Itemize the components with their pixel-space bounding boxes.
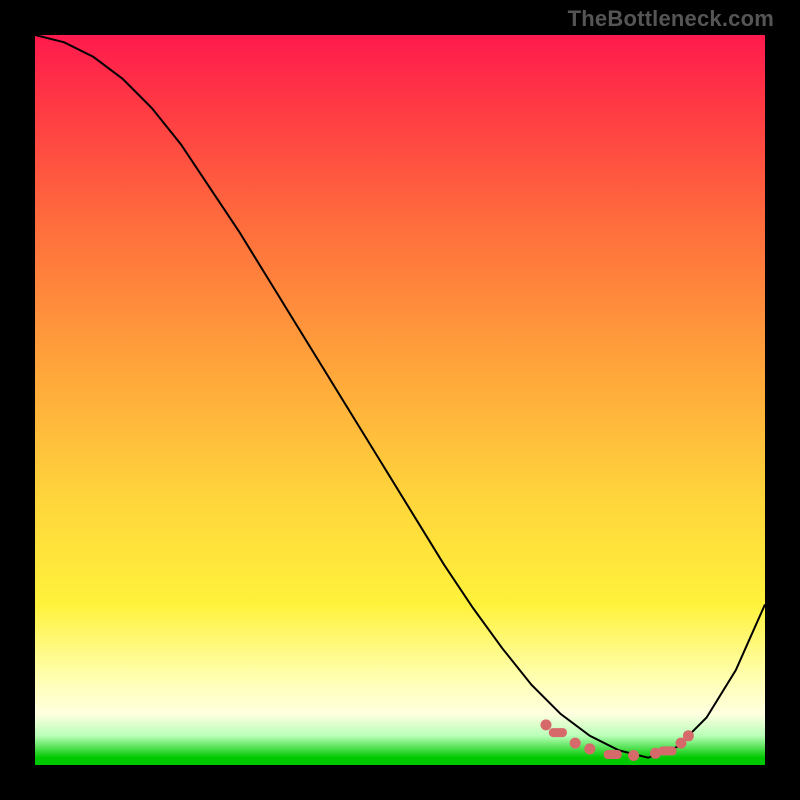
bottleneck-curve-line [35, 35, 765, 758]
chart-overlay [35, 35, 765, 765]
valley-marker-dash [659, 746, 677, 755]
valley-marker-group [541, 719, 694, 761]
valley-marker-dash [604, 750, 622, 759]
valley-marker-dot [570, 738, 581, 749]
valley-marker-dot [628, 750, 639, 761]
valley-marker-dot [584, 743, 595, 754]
chart-container: TheBottleneck.com [0, 0, 800, 800]
valley-marker-dash [549, 728, 567, 737]
valley-marker-dot [683, 730, 694, 741]
watermark-text: TheBottleneck.com [568, 6, 774, 32]
valley-marker-dot [541, 719, 552, 730]
